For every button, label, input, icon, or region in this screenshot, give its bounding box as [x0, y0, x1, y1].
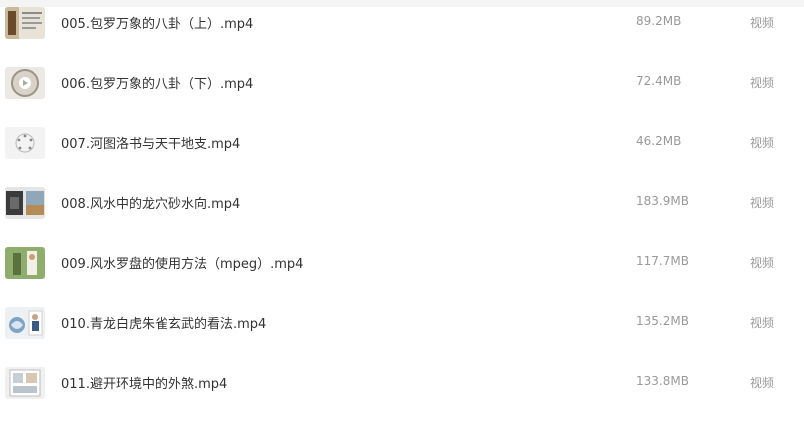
file-size: 46.2MB	[636, 134, 682, 148]
file-type: 视频	[750, 196, 775, 210]
video-thumbnail-icon[interactable]	[5, 127, 45, 159]
file-size: 133.8MB	[636, 374, 689, 388]
video-thumbnail-icon[interactable]	[5, 67, 45, 99]
file-row[interactable]: 008.风水中的龙穴砂水向.mp4 183.9MB 视频	[0, 180, 804, 240]
file-row[interactable]: 007.河图洛书与天干地支.mp4 46.2MB 视频	[0, 120, 804, 180]
file-name[interactable]: 010.青龙白虎朱雀玄武的看法.mp4	[61, 313, 266, 332]
file-type: 视频	[750, 316, 775, 330]
file-type: 视频	[750, 16, 775, 30]
video-thumbnail-icon[interactable]	[5, 187, 45, 219]
file-type: 视频	[750, 76, 775, 90]
file-size: 117.7MB	[636, 254, 689, 268]
file-row[interactable]: 005.包罗万象的八卦（上）.mp4 89.2MB 视频	[0, 0, 804, 60]
file-size: 183.9MB	[636, 194, 689, 208]
file-size: 89.2MB	[636, 14, 682, 28]
video-thumbnail-icon[interactable]	[5, 7, 45, 39]
file-name[interactable]: 006.包罗万象的八卦（下）.mp4	[61, 73, 253, 92]
file-row[interactable]: 009.风水罗盘的使用方法（mpeg）.mp4 117.7MB 视频	[0, 240, 804, 300]
file-row[interactable]: 010.青龙白虎朱雀玄武的看法.mp4 135.2MB 视频	[0, 300, 804, 360]
file-name[interactable]: 008.风水中的龙穴砂水向.mp4	[61, 193, 240, 212]
video-thumbnail-icon[interactable]	[5, 367, 45, 399]
video-thumbnail-icon[interactable]	[5, 247, 45, 279]
file-size: 72.4MB	[636, 74, 682, 88]
file-type: 视频	[750, 256, 775, 270]
file-type: 视频	[750, 376, 775, 390]
video-thumbnail-icon[interactable]	[5, 307, 45, 339]
file-name[interactable]: 011.避开环境中的外煞.mp4	[61, 373, 227, 392]
file-row[interactable]: 011.避开环境中的外煞.mp4 133.8MB 视频	[0, 360, 804, 420]
file-name[interactable]: 007.河图洛书与天干地支.mp4	[61, 133, 240, 152]
file-name[interactable]: 005.包罗万象的八卦（上）.mp4	[61, 13, 253, 32]
file-type: 视频	[750, 136, 775, 150]
file-name[interactable]: 009.风水罗盘的使用方法（mpeg）.mp4	[61, 253, 303, 272]
file-row[interactable]: 006.包罗万象的八卦（下）.mp4 72.4MB 视频	[0, 60, 804, 120]
file-size: 135.2MB	[636, 314, 689, 328]
